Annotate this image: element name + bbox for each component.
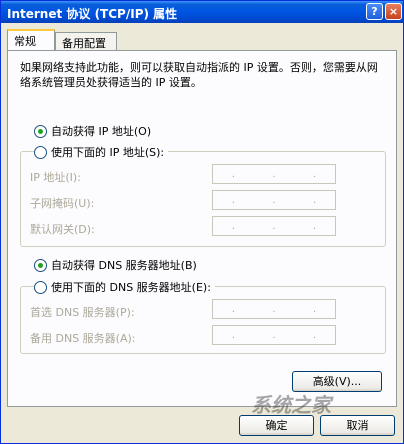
radio-manual-ip-indicator[interactable] <box>34 145 47 159</box>
tab-alternate-config-label: 备用配置 <box>62 37 106 50</box>
ip-dot: . <box>313 220 317 232</box>
cancel-button[interactable]: 取消 <box>320 415 395 436</box>
ip-dot: . <box>272 303 276 315</box>
ip-address-label: IP 地址(I): <box>30 171 81 184</box>
help-icon: ? <box>371 5 378 18</box>
description-text: 如果网络支持此功能，则可以获取自动指派的 IP 设置。否则，您需要从网络系统管理… <box>20 61 378 89</box>
tab-general-label: 常规 <box>14 35 36 48</box>
radio-auto-ip-indicator[interactable] <box>34 124 47 138</box>
radio-manual-dns-label: 使用下面的 DNS 服务器地址(E): <box>51 281 211 294</box>
ip-dot: . <box>313 303 317 315</box>
ip-dot: . <box>231 303 235 315</box>
alternate-dns-input[interactable]: ... <box>212 325 336 345</box>
ip-dot: . <box>231 194 235 206</box>
radio-auto-dns-indicator[interactable] <box>34 258 47 272</box>
help-button[interactable]: ? <box>366 3 383 20</box>
window-title: Internet 协议 (TCP/IP) 属性 <box>7 7 178 21</box>
ip-dot: . <box>272 329 276 341</box>
ip-dot: . <box>272 168 276 180</box>
ip-dot: . <box>272 194 276 206</box>
radio-manual-dns[interactable]: 使用下面的 DNS 服务器地址(E): <box>34 279 215 295</box>
radio-auto-ip-label: 自动获得 IP 地址(O) <box>51 125 152 138</box>
ip-dot: . <box>231 220 235 232</box>
advanced-button[interactable]: 高级(V)... <box>292 371 382 392</box>
ip-dot: . <box>272 220 276 232</box>
close-button[interactable]: × <box>385 3 402 20</box>
default-gateway-input[interactable]: ... <box>212 216 336 236</box>
ip-dot: . <box>313 329 317 341</box>
radio-manual-dns-indicator[interactable] <box>34 280 47 294</box>
default-gateway-label: 默认网关(D): <box>30 223 95 236</box>
radio-manual-ip[interactable]: 使用下面的 IP 地址(S): <box>34 144 169 160</box>
preferred-dns-input[interactable]: ... <box>212 299 336 319</box>
radio-auto-dns[interactable]: 自动获得 DNS 服务器地址(B) <box>34 257 197 273</box>
ip-dot: . <box>313 168 317 180</box>
radio-auto-dns-label: 自动获得 DNS 服务器地址(B) <box>51 259 197 272</box>
subnet-mask-input[interactable]: ... <box>212 190 336 210</box>
radio-auto-ip[interactable]: 自动获得 IP 地址(O) <box>34 123 151 139</box>
close-icon: × <box>388 5 399 18</box>
ip-dot: . <box>231 168 235 180</box>
ip-address-input[interactable]: ... <box>212 164 336 184</box>
title-bar[interactable]: Internet 协议 (TCP/IP) 属性 <box>1 1 403 23</box>
radio-manual-ip-label: 使用下面的 IP 地址(S): <box>51 146 165 159</box>
ok-button[interactable]: 确定 <box>239 415 314 436</box>
alternate-dns-label: 备用 DNS 服务器(A): <box>30 332 136 345</box>
preferred-dns-label: 首选 DNS 服务器(P): <box>30 306 135 319</box>
ip-dot: . <box>313 194 317 206</box>
dialog-window: Internet 协议 (TCP/IP) 属性 ? × 常规 备用配置 如果网络… <box>0 0 404 444</box>
tab-general[interactable]: 常规 <box>7 29 55 50</box>
tab-panel-general: 如果网络支持此功能，则可以获取自动指派的 IP 设置。否则，您需要从网络系统管理… <box>7 50 397 407</box>
tab-alternate-config[interactable]: 备用配置 <box>55 32 117 50</box>
subnet-mask-label: 子网掩码(U): <box>30 197 95 210</box>
ip-dot: . <box>231 329 235 341</box>
